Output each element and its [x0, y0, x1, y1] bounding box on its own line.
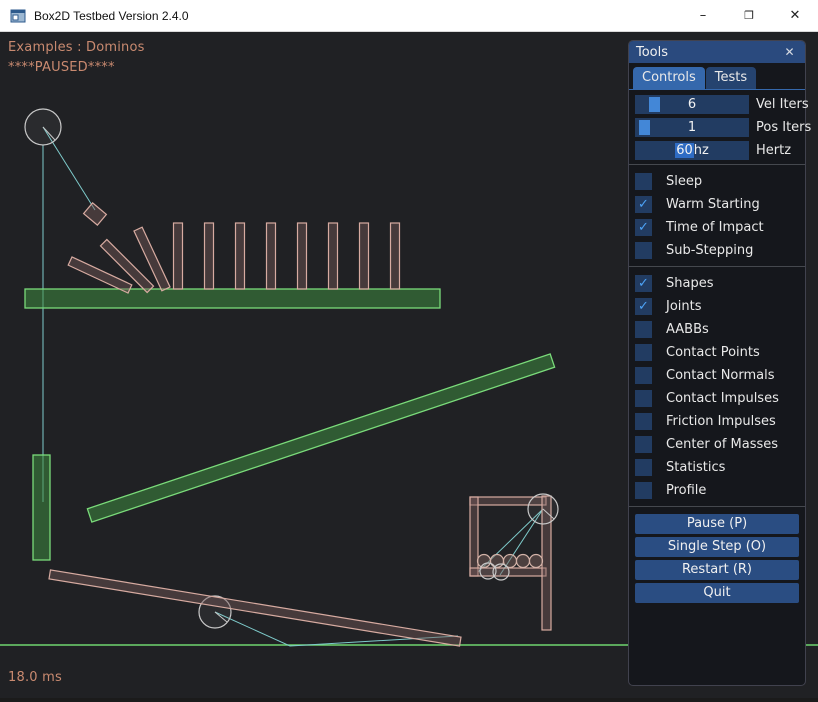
- checkbox-label: Center of Masses: [666, 437, 778, 452]
- hertz-label: Hertz: [756, 143, 791, 158]
- checkbox-center-of-masses[interactable]: Center of Masses: [635, 433, 799, 456]
- checkbox-label: Joints: [666, 299, 702, 314]
- checkbox-warm-starting[interactable]: ✓ Warm Starting: [635, 193, 799, 216]
- bottom-bodies: [49, 570, 461, 646]
- slider-label: Pos Iters: [756, 120, 811, 135]
- tab-controls[interactable]: Controls: [633, 67, 705, 89]
- window-controls: – ❐ ✕: [680, 0, 818, 32]
- slider-value: 6: [635, 95, 749, 114]
- hertz-row: 60 hz Hertz: [635, 141, 799, 160]
- check-icon: ✓: [638, 198, 649, 211]
- checkbox-box[interactable]: [635, 367, 652, 384]
- hertz-input[interactable]: 60 hz: [635, 141, 749, 160]
- single-step-o-button[interactable]: Single Step (O): [635, 537, 799, 557]
- paused-label: ****PAUSED****: [8, 60, 115, 75]
- fallen-dominoes: [68, 227, 170, 293]
- separator: [629, 506, 805, 507]
- separator: [629, 266, 805, 267]
- vertical-plank: [33, 455, 50, 560]
- vel-iters-slider[interactable]: 6: [635, 95, 749, 114]
- checkbox-sub-stepping[interactable]: Sub-Stepping: [635, 239, 799, 262]
- simulation-canvas[interactable]: Examples : Dominos ****PAUSED**** 18.0 m…: [0, 32, 818, 698]
- ball-frame: [470, 494, 558, 630]
- checkbox-box[interactable]: ✓: [635, 196, 652, 213]
- quit-button[interactable]: Quit: [635, 583, 799, 603]
- window-titlebar[interactable]: Box2D Testbed Version 2.4.0 – ❐ ✕: [0, 0, 818, 32]
- pos-iters-slider[interactable]: 1: [635, 118, 749, 137]
- frame-time-label: 18.0 ms: [8, 670, 62, 685]
- checkbox-aabbs[interactable]: AABBs: [635, 318, 799, 341]
- checkbox-box[interactable]: ✓: [635, 219, 652, 236]
- checkbox-label: Statistics: [666, 460, 725, 475]
- slider-value: 1: [635, 118, 749, 137]
- checkbox-label: Profile: [666, 483, 706, 498]
- pause-p-button[interactable]: Pause (P): [635, 514, 799, 534]
- tab-tests[interactable]: Tests: [706, 67, 756, 89]
- checkbox-label: Contact Impulses: [666, 391, 779, 406]
- minimize-button[interactable]: –: [680, 0, 726, 32]
- standing-dominoes: [174, 223, 400, 289]
- checkbox-label: Friction Impulses: [666, 414, 776, 429]
- checkbox-box[interactable]: [635, 390, 652, 407]
- checkbox-label: Time of Impact: [666, 220, 764, 235]
- checkbox-label: Sleep: [666, 174, 702, 189]
- maximize-button[interactable]: ❐: [726, 0, 772, 32]
- pendulum-bob: [84, 203, 107, 225]
- checkbox-label: Contact Points: [666, 345, 760, 360]
- window-title: Box2D Testbed Version 2.4.0: [34, 9, 189, 23]
- checkbox-label: Contact Normals: [666, 368, 775, 383]
- checkbox-label: AABBs: [666, 322, 709, 337]
- slider-label: Vel Iters: [756, 97, 809, 112]
- checkbox-contact-points[interactable]: Contact Points: [635, 341, 799, 364]
- checkbox-shapes[interactable]: ✓ Shapes: [635, 272, 799, 295]
- pendulum: [25, 109, 106, 225]
- checkbox-box[interactable]: ✓: [635, 298, 652, 315]
- checkbox-label: Shapes: [666, 276, 713, 291]
- check-icon: ✓: [638, 221, 649, 234]
- checkbox-box[interactable]: [635, 321, 652, 338]
- checkbox-contact-impulses[interactable]: Contact Impulses: [635, 387, 799, 410]
- check-icon: ✓: [638, 300, 649, 313]
- hertz-value: 60: [675, 143, 694, 158]
- checkbox-profile[interactable]: Profile: [635, 479, 799, 502]
- close-button[interactable]: ✕: [772, 0, 818, 32]
- hertz-unit: hz: [694, 143, 709, 158]
- domino-platform: [25, 289, 440, 308]
- checkbox-sleep[interactable]: Sleep: [635, 170, 799, 193]
- checkbox-statistics[interactable]: Statistics: [635, 456, 799, 479]
- checkbox-box[interactable]: ✓: [635, 275, 652, 292]
- bottom-plank: [49, 570, 461, 646]
- example-label: Examples : Dominos: [8, 40, 145, 55]
- checkbox-box[interactable]: [635, 413, 652, 430]
- pos-iters-row: 1Pos Iters: [635, 118, 799, 137]
- checkbox-box[interactable]: [635, 436, 652, 453]
- tab-bar: ControlsTests: [629, 63, 805, 90]
- checkbox-group-draw: ✓ Shapes ✓ Joints AABBs Contact Points Contact…: [629, 272, 805, 502]
- app-icon: [10, 8, 26, 24]
- checkbox-label: Warm Starting: [666, 197, 760, 212]
- checkbox-box[interactable]: [635, 173, 652, 190]
- checkbox-friction-impulses[interactable]: Friction Impulses: [635, 410, 799, 433]
- checkbox-box[interactable]: [635, 459, 652, 476]
- panel-close-icon[interactable]: ✕: [781, 44, 798, 61]
- tools-panel-title: Tools: [636, 45, 668, 60]
- vel-iters-row: 6Vel Iters: [635, 95, 799, 114]
- checkbox-box[interactable]: [635, 344, 652, 361]
- check-icon: ✓: [638, 277, 649, 290]
- checkbox-contact-normals[interactable]: Contact Normals: [635, 364, 799, 387]
- checkbox-time-of-impact[interactable]: ✓ Time of Impact: [635, 216, 799, 239]
- checkbox-label: Sub-Stepping: [666, 243, 753, 258]
- button-column: Pause (P) Single Step (O) Restart (R) Quit: [629, 512, 805, 603]
- tools-panel: Tools ✕ ControlsTests 6Vel Iters1Pos Ite…: [628, 40, 806, 686]
- checkbox-box[interactable]: [635, 242, 652, 259]
- checkbox-box[interactable]: [635, 482, 652, 499]
- slider-list: 6Vel Iters 1Pos Iters: [629, 90, 805, 137]
- tools-panel-titlebar[interactable]: Tools ✕: [629, 41, 805, 63]
- checkbox-joints[interactable]: ✓ Joints: [635, 295, 799, 318]
- checkbox-group-sim: Sleep ✓ Warm Starting ✓ Time of Impact Sub-St…: [629, 170, 805, 262]
- restart-r-button[interactable]: Restart (R): [635, 560, 799, 580]
- separator: [629, 164, 805, 165]
